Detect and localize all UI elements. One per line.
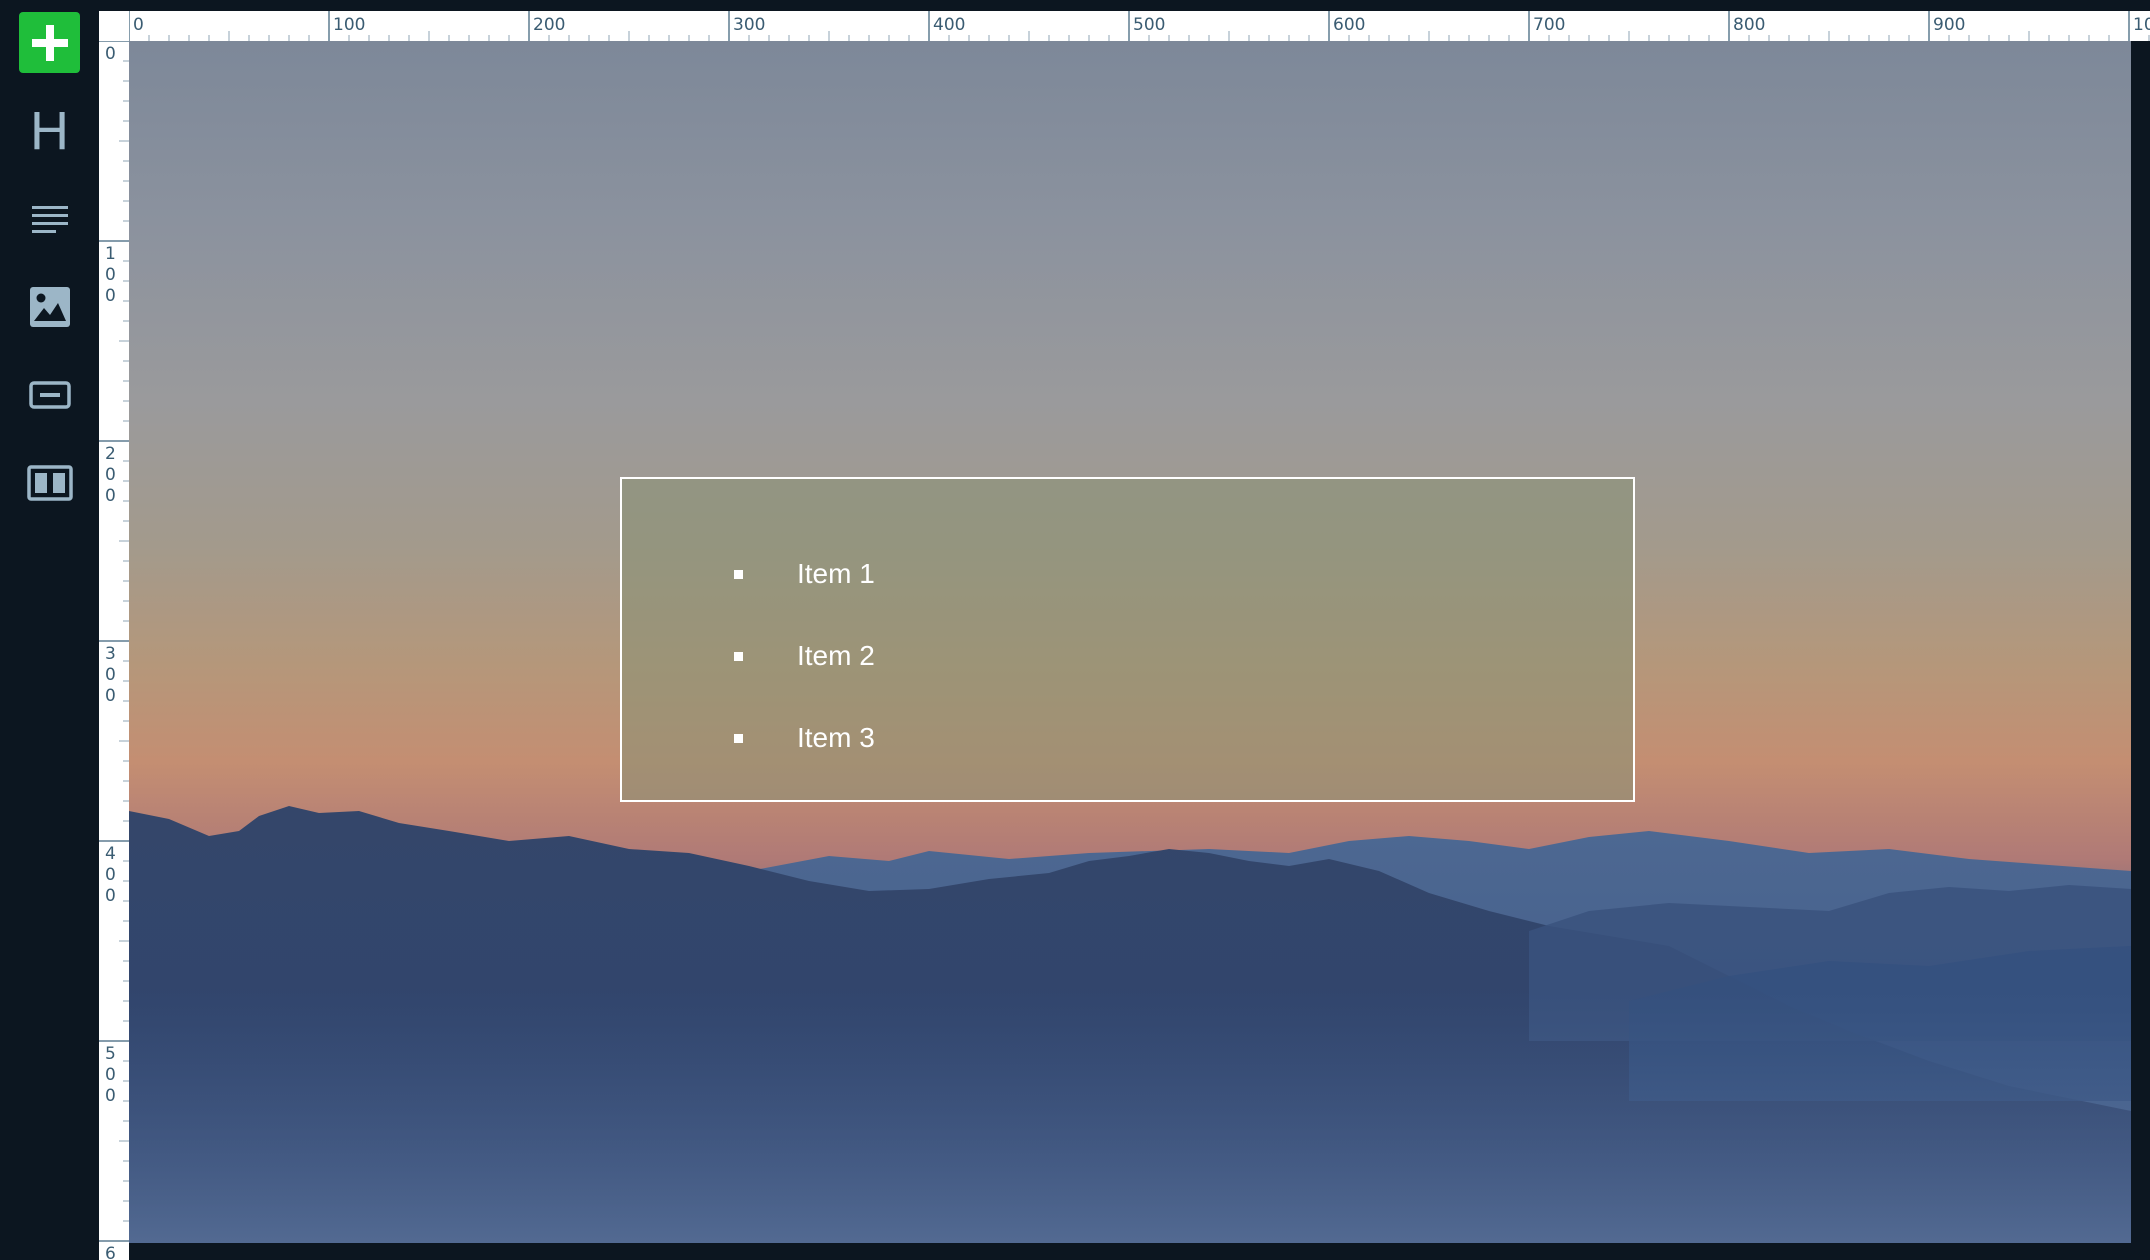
ruler-label: 300: [733, 15, 765, 35]
ruler-label: 10: [2133, 15, 2150, 35]
add-element-button[interactable]: [19, 12, 80, 73]
ruler-label: 0: [105, 265, 116, 285]
ruler-label: 500: [1133, 15, 1165, 35]
ruler-label: 5: [105, 1044, 116, 1064]
heading-tool-button[interactable]: H: [19, 100, 80, 161]
ruler-label: 2: [105, 444, 116, 464]
ruler-label: 0: [105, 286, 116, 306]
ruler-label: 0: [133, 15, 144, 35]
plus-icon: [31, 24, 68, 61]
page-editor: H 0 100 200 300 400 500 600 700 800 900 …: [0, 0, 2150, 1260]
ruler-label: 0: [105, 465, 116, 485]
ruler-label: 900: [1933, 15, 1965, 35]
list-item-text[interactable]: Item 1: [797, 558, 875, 590]
ruler-corner: [99, 11, 129, 41]
ruler-label: 400: [933, 15, 965, 35]
text-lines-icon: [31, 205, 68, 233]
ruler-label: 0: [105, 886, 116, 906]
element-toolbar: H: [0, 0, 99, 1260]
ruler-label: 200: [533, 15, 565, 35]
ruler-label: 800: [1733, 15, 1765, 35]
square-bullet-icon: [734, 651, 743, 661]
list-item-text[interactable]: Item 2: [797, 640, 875, 672]
horizontal-ruler-scale: 0 100 200 300 400 500 600 700 800 900 10: [128, 11, 2150, 41]
button-tool-button[interactable]: [19, 364, 80, 425]
ruler-label: 0: [105, 44, 116, 64]
image-icon: [29, 286, 70, 327]
square-bullet-icon: [734, 569, 743, 579]
list-item[interactable]: Item 3: [734, 697, 875, 779]
list-item[interactable]: Item 2: [734, 615, 875, 697]
text-tool-button[interactable]: [19, 188, 80, 249]
ruler-label: 6: [105, 1244, 116, 1260]
ruler-label: 0: [105, 1065, 116, 1085]
list-item-text[interactable]: Item 3: [797, 722, 875, 754]
image-tool-button[interactable]: [19, 276, 80, 337]
ruler-label: 0: [105, 686, 116, 706]
columns-icon: [26, 464, 73, 501]
ruler-label: 600: [1333, 15, 1365, 35]
square-bullet-icon: [734, 733, 743, 743]
ruler-label: 1: [105, 244, 116, 264]
ruler-label: 0: [105, 1086, 116, 1106]
vertical-ruler: 01002003004005006: [99, 40, 129, 1260]
list-item[interactable]: Item 1: [734, 533, 875, 615]
columns-tool-button[interactable]: [19, 452, 80, 513]
ruler-label: 0: [105, 865, 116, 885]
ruler-label: 100: [333, 15, 365, 35]
ruler-label: 700: [1533, 15, 1565, 35]
button-icon: [28, 380, 71, 409]
bullet-list: Item 1 Item 2 Item 3: [734, 533, 875, 779]
design-canvas[interactable]: Item 1 Item 2 Item 3: [129, 41, 2131, 1243]
vertical-ruler-scale: 01002003004005006: [99, 40, 129, 1260]
horizontal-ruler: 0 100 200 300 400 500 600 700 800 900 10: [99, 11, 2150, 41]
ruler-label: 0: [105, 665, 116, 685]
ruler-label: 3: [105, 644, 116, 664]
list-block[interactable]: Item 1 Item 2 Item 3: [620, 477, 1635, 802]
heading-icon: H: [30, 100, 69, 161]
ruler-label: 0: [105, 486, 116, 506]
vertical-scrollbar[interactable]: [2131, 41, 2150, 1243]
horizontal-scrollbar[interactable]: [129, 1243, 2150, 1260]
ruler-label: 4: [105, 844, 116, 864]
